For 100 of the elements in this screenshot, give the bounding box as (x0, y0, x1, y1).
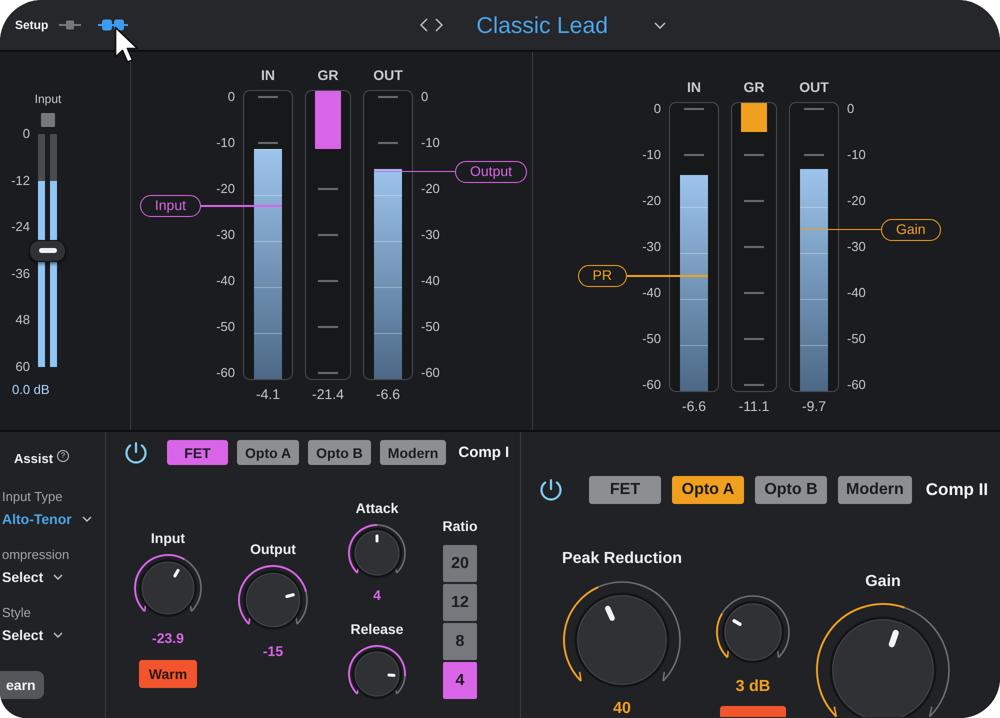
knob-label: Attack (356, 500, 398, 516)
chevron-down-icon[interactable] (53, 632, 64, 638)
scale-label: -40 (847, 286, 867, 300)
scale-label: -20 (421, 182, 441, 196)
ratio-button[interactable]: 12 (443, 584, 477, 621)
mode-button[interactable]: Opto B (755, 476, 827, 504)
scale-label: -24 (10, 220, 30, 234)
mode-button[interactable]: Opto B (308, 440, 371, 465)
chevron-down-icon[interactable] (654, 22, 666, 28)
scale-label: -30 (847, 240, 867, 254)
knob-label: Peak Reduction (562, 550, 682, 568)
threshold-handle[interactable]: Input (140, 195, 201, 218)
knob-label: Input (150, 530, 186, 546)
learn-button[interactable]: earn (0, 671, 44, 699)
scale-label: -30 (421, 228, 441, 242)
scale-label: -60 (641, 378, 661, 392)
scale-label: 0 (226, 90, 235, 104)
scale-label: 48 (14, 313, 30, 328)
mode-button[interactable]: Modern (380, 440, 446, 465)
knob-label: Output (250, 541, 296, 557)
meter-reading: -21.4 (312, 386, 344, 402)
mode-button[interactable]: Opto A (237, 440, 300, 465)
chevron-down-icon[interactable] (53, 574, 64, 580)
field-label: Input Type (2, 489, 64, 504)
meter-label: IN (261, 66, 275, 84)
warm-button[interactable]: Warm (138, 660, 198, 688)
scale-label: -10 (215, 136, 235, 150)
scale-label: -40 (215, 274, 235, 288)
section-title: Comp I (458, 444, 510, 461)
meter-reading: -6.6 (376, 386, 400, 402)
knob-reading: 3 dB (736, 678, 770, 696)
knob-reading: -15 (262, 643, 284, 659)
knob[interactable] (815, 602, 951, 717)
assist-label: Assist (14, 450, 54, 468)
setup-label: Setup (15, 18, 48, 32)
scale-label: -50 (847, 332, 867, 346)
dual-slider-icon[interactable] (98, 19, 128, 31)
fader-thumb[interactable] (29, 240, 66, 262)
scale-label: 0 (22, 127, 30, 141)
meter-label: OUT (799, 78, 829, 96)
scale-label: -50 (641, 332, 661, 346)
scale-label: -36 (10, 266, 30, 281)
dropdown[interactable]: Select (2, 626, 105, 644)
scale-label: -50 (215, 320, 235, 334)
meter-reading: -4.1 (256, 386, 280, 402)
help-button[interactable]: ? (57, 450, 70, 462)
chevron-right-icon[interactable] (435, 18, 444, 32)
section-title: Comp II (926, 480, 988, 500)
scale-label: -12 (10, 174, 30, 188)
meter-label: GR (744, 78, 764, 96)
scale-label: -50 (421, 320, 441, 334)
meter-label: OUT (373, 66, 403, 84)
mode-button[interactable]: FET (589, 476, 661, 504)
threshold-handle[interactable]: PR (578, 264, 627, 287)
field-label: ompression (2, 547, 70, 562)
power-icon[interactable] (540, 479, 562, 501)
meter-label: IN (687, 78, 701, 96)
ratio-button[interactable]: 4 (443, 662, 477, 699)
slider-icon[interactable] (59, 20, 82, 30)
scale-label: -60 (215, 366, 235, 380)
scale-label: 0 (652, 102, 661, 116)
knob-reading: -23.9 (152, 630, 184, 646)
power-icon[interactable] (125, 442, 147, 464)
meter-reading: -9.7 (802, 398, 826, 414)
scale-label: 60 (14, 360, 30, 374)
meter-label: GR (318, 66, 338, 84)
fader-reading: 0.0 dB (12, 382, 51, 398)
knob-label: Gain (865, 573, 901, 591)
mode-button[interactable]: FET (167, 440, 228, 465)
chevron-down-icon[interactable] (82, 516, 92, 522)
scale-label: -20 (641, 194, 661, 208)
knob-reading: 4 (373, 587, 381, 603)
ratio-button[interactable]: 20 (443, 545, 477, 582)
dropdown[interactable]: Select (2, 568, 105, 586)
dropdown[interactable]: Alto-Tenor (2, 510, 105, 528)
mode-button[interactable]: Opto A (672, 476, 744, 504)
scale-label: -10 (847, 148, 867, 162)
field-label: Style (2, 605, 32, 620)
meter-reading: -6.6 (682, 398, 706, 414)
scale-label: -30 (641, 240, 661, 254)
ratio-button[interactable]: 8 (443, 623, 477, 660)
scale-label: -30 (215, 228, 235, 242)
scale-label: -10 (421, 136, 441, 150)
knob-label: Release (350, 621, 404, 637)
meter-reading: -11.1 (738, 398, 770, 414)
scale-label: -60 (421, 366, 441, 380)
chevron-left-icon[interactable] (420, 18, 428, 32)
mode-button[interactable]: Modern (838, 476, 912, 504)
threshold-handle[interactable]: Gain (881, 218, 941, 241)
scale-label: -10 (641, 148, 661, 162)
fader-label: Input (34, 92, 62, 106)
scale-label: -20 (215, 182, 235, 196)
scale-label: -40 (421, 274, 441, 288)
scale-label: 0 (421, 90, 430, 104)
toggle-button[interactable] (720, 706, 786, 717)
scale-label: -60 (847, 378, 867, 392)
scale-label: 0 (847, 102, 856, 116)
preset-name[interactable]: Classic Lead (476, 11, 608, 39)
scale-label: -20 (847, 194, 867, 208)
threshold-handle[interactable]: Output (455, 160, 528, 183)
